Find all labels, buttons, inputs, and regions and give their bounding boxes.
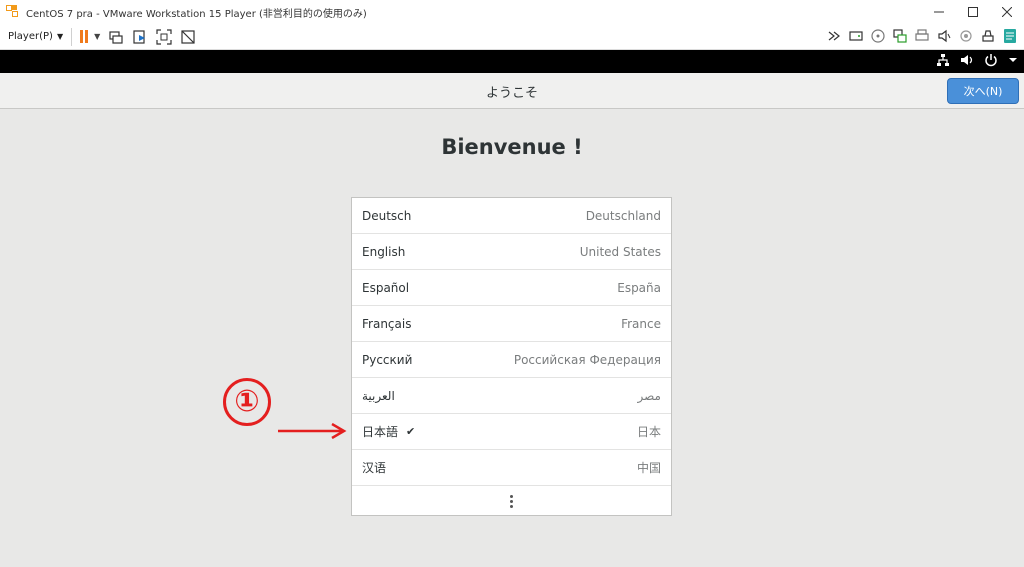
more-languages-button[interactable] xyxy=(352,486,671,516)
language-region: Российская Федерация xyxy=(513,352,661,367)
language-name: 汉语 xyxy=(362,461,387,475)
language-region: 日本 xyxy=(636,425,661,439)
language-row-english[interactable]: English United States xyxy=(352,234,671,270)
language-row-deutsch[interactable]: Deutsch Deutschland xyxy=(352,198,671,234)
language-region: España xyxy=(617,280,661,295)
language-region: 中国 xyxy=(636,461,661,475)
setup-header: ようこそ 次へ(N) xyxy=(0,73,1024,109)
message-log-icon[interactable] xyxy=(1002,28,1018,44)
fullscreen-icon[interactable] xyxy=(156,28,172,45)
player-menu-label: Player(P) xyxy=(8,31,53,42)
more-vertical-icon xyxy=(510,494,513,508)
annotation-number-text: ① xyxy=(234,384,260,419)
minimize-button[interactable] xyxy=(922,0,956,24)
send-ctrl-alt-del-icon[interactable] xyxy=(108,29,124,45)
language-row-chinese[interactable]: 汉语 中国 xyxy=(352,450,671,486)
cd-dvd-icon[interactable] xyxy=(870,28,886,44)
chevron-down-icon: ▼ xyxy=(56,32,64,41)
language-name: العربية xyxy=(362,388,395,403)
forward-icon[interactable] xyxy=(826,28,842,44)
language-row-espanol[interactable]: Español España xyxy=(352,270,671,306)
sound-icon[interactable] xyxy=(936,28,952,44)
network-adapter-icon[interactable] xyxy=(892,28,908,44)
exit-unity-icon[interactable] xyxy=(180,29,196,45)
window-title: CentOS 7 pra - VMware Workstation 15 Pla… xyxy=(26,8,367,20)
language-row-russian[interactable]: Русский Российская Федерация xyxy=(352,342,671,378)
vmware-logo-icon xyxy=(6,5,20,19)
unity-icon[interactable] xyxy=(132,29,148,45)
language-region: Deutschland xyxy=(585,208,661,223)
language-region: France xyxy=(621,316,661,331)
system-menu-chevron-down-icon[interactable] xyxy=(1008,55,1018,65)
volume-icon[interactable] xyxy=(960,53,974,67)
language-name: Русский xyxy=(362,352,413,367)
camera-icon[interactable] xyxy=(958,28,974,44)
close-button[interactable] xyxy=(990,0,1024,24)
language-name: Deutsch xyxy=(362,208,412,223)
close-icon xyxy=(1002,7,1012,17)
annotation-arrow-icon xyxy=(278,423,347,439)
next-button[interactable]: 次へ(N) xyxy=(947,78,1019,104)
welcome-heading: Bienvenue ! xyxy=(441,135,583,159)
removable-device-icon[interactable] xyxy=(980,28,996,44)
printer-icon[interactable] xyxy=(914,28,930,44)
player-menu-button[interactable]: Player(P) ▼ xyxy=(8,31,63,42)
maximize-icon xyxy=(968,7,978,17)
language-list: Deutsch Deutschland English United State… xyxy=(351,197,672,516)
checkmark-icon: ✔ xyxy=(406,425,416,438)
pause-dropdown-icon[interactable]: ▼ xyxy=(94,32,100,41)
guest-top-bar xyxy=(0,50,1024,73)
language-name: Français xyxy=(362,316,412,331)
toolbar-divider xyxy=(71,27,73,46)
language-name: Español xyxy=(362,280,410,295)
language-region: United States xyxy=(579,244,661,259)
maximize-button[interactable] xyxy=(956,0,990,24)
minimize-icon xyxy=(934,11,944,13)
vmware-toolbar: Player(P) ▼ ▼ xyxy=(0,24,1024,50)
language-row-francais[interactable]: Français France xyxy=(352,306,671,342)
language-name: 日本語 xyxy=(362,425,399,439)
hard-disk-icon[interactable] xyxy=(848,28,864,44)
pause-button[interactable] xyxy=(80,30,89,43)
annotation-number: ① xyxy=(223,378,271,426)
power-icon[interactable] xyxy=(984,53,998,67)
language-name: English xyxy=(362,244,406,259)
language-region: مصر xyxy=(637,388,661,403)
network-wired-icon[interactable] xyxy=(936,53,950,67)
language-row-arabic[interactable]: العربية مصر xyxy=(352,378,671,414)
language-row-japanese[interactable]: 日本語 ✔ 日本 xyxy=(352,414,671,450)
window-titlebar: CentOS 7 pra - VMware Workstation 15 Pla… xyxy=(0,0,1024,24)
page-title: ようこそ xyxy=(485,86,538,101)
